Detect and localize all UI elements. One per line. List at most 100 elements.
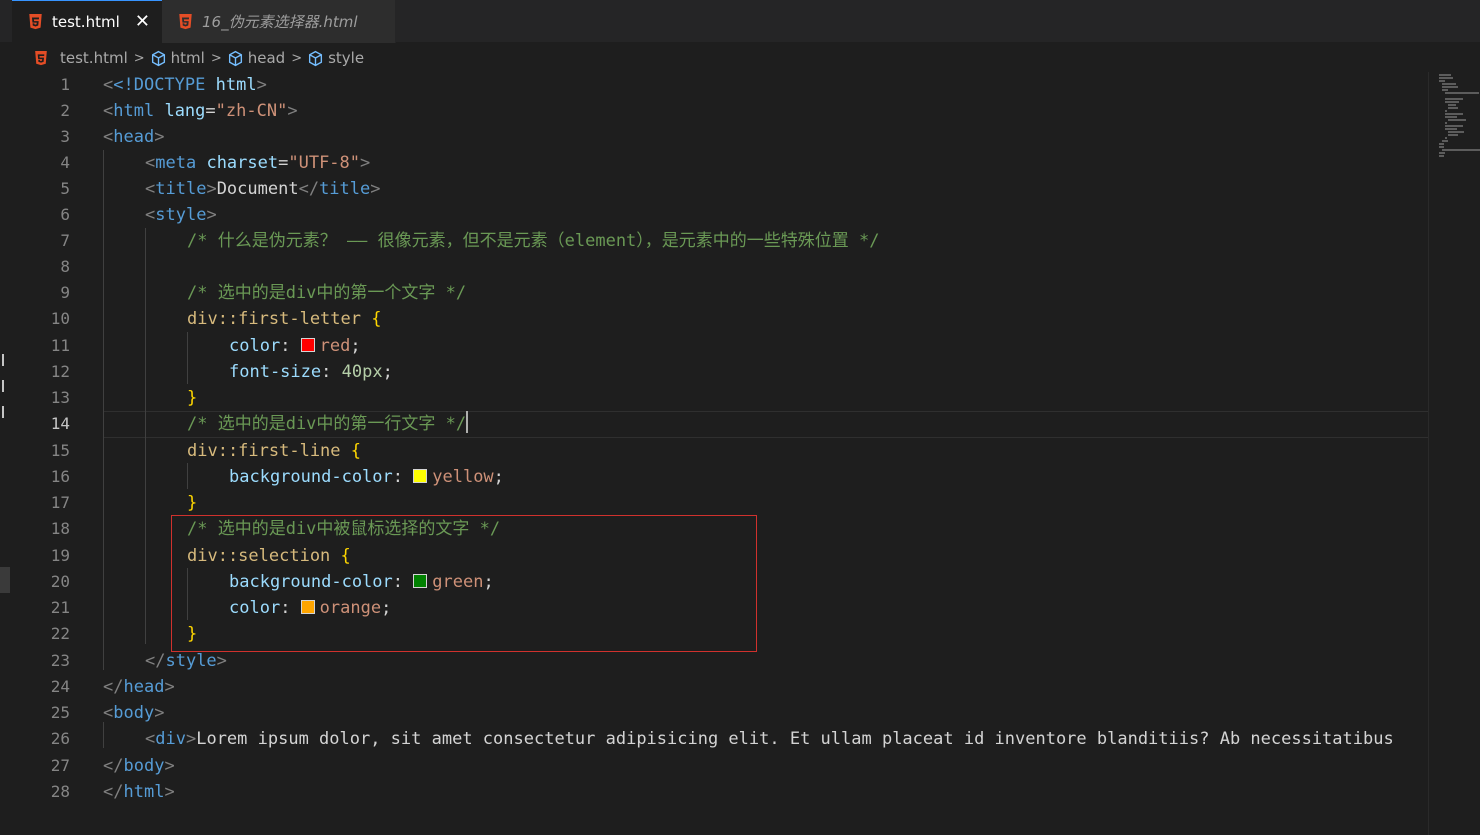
doctype-value: html — [215, 75, 257, 95]
code-line: </html> — [103, 782, 175, 802]
close-icon[interactable]: ✕ — [135, 13, 150, 31]
tag-name: style — [165, 651, 217, 671]
html5-icon — [29, 14, 42, 30]
attr-value: "UTF-8" — [288, 153, 361, 173]
line-number: 4 — [60, 153, 70, 172]
line-number: 23 — [50, 651, 70, 670]
tag-name: head — [123, 677, 165, 697]
line-number: 26 — [50, 729, 70, 748]
line-number: 11 — [50, 336, 70, 355]
breadcrumb-file[interactable]: test.html — [34, 49, 128, 67]
code-line: <style> — [145, 205, 217, 225]
code-line: <html lang="zh-CN"> — [103, 101, 298, 121]
breadcrumb-item-label: head — [247, 49, 286, 67]
line-number: 6 — [60, 205, 70, 224]
annotation-highlight-box — [171, 515, 757, 652]
line-number: 18 — [50, 519, 70, 538]
css-selector: div::first-line — [187, 441, 341, 461]
code-line: font-size: 40px; — [229, 362, 393, 382]
line-number: 13 — [50, 388, 70, 407]
tag-name: div — [155, 729, 186, 749]
line-number: 5 — [60, 179, 70, 198]
breadcrumb-head[interactable]: head — [227, 49, 285, 67]
cube-icon — [309, 50, 323, 66]
html5-icon — [179, 13, 192, 29]
line-number: 15 — [50, 441, 70, 460]
css-value: red — [319, 336, 351, 356]
breadcrumb-html[interactable]: html — [150, 49, 205, 67]
doctype-keyword: <!DOCTYPE — [113, 75, 206, 95]
comment: /* 选中的是div中的第一行文字 */ — [187, 414, 467, 434]
code-line: <head> — [103, 127, 165, 147]
tag-name: style — [155, 205, 207, 225]
code-line: <meta charset="UTF-8"> — [145, 153, 371, 173]
code-line: /* 选中的是div中的第一行文字 */ — [187, 411, 469, 437]
code-line: background-color: yellow; — [229, 467, 504, 487]
tag-name: html — [113, 101, 155, 121]
color-swatch[interactable] — [300, 338, 315, 352]
tag-name: title — [155, 179, 207, 199]
attr-name: charset — [206, 153, 279, 173]
minimap[interactable] — [1428, 72, 1480, 835]
tag-name: head — [113, 127, 155, 147]
text-content: Lorem ipsum dolor, sit amet consectetur … — [196, 729, 1394, 749]
text-content: Document — [216, 179, 299, 199]
code-line: div::first-line { — [187, 441, 362, 461]
css-property: color — [229, 336, 281, 356]
chevron-right-icon: > — [210, 50, 222, 66]
tab-pseudo-element-selector[interactable]: 16_伪元素选择器.html — [162, 0, 396, 43]
code-line: </head> — [103, 677, 175, 697]
line-number: 3 — [60, 127, 70, 146]
tab-test-html[interactable]: test.html ✕ — [12, 0, 162, 43]
comment: /* 选中的是div中的第一个文字 */ — [187, 283, 467, 303]
code-line: <body> — [103, 703, 165, 723]
line-number: 22 — [50, 624, 70, 643]
tab-bar: test.html ✕ 16_伪元素选择器.html — [0, 0, 1480, 43]
code-line: <title>Document</title> — [145, 179, 381, 199]
line-number: 27 — [50, 756, 70, 775]
line-number: 14 — [50, 414, 70, 433]
indent-guide — [103, 150, 104, 670]
code-line: } — [187, 493, 198, 513]
chevron-right-icon: > — [291, 50, 303, 66]
line-number: 10 — [50, 309, 70, 328]
indent-guide — [145, 228, 146, 644]
line-number: 24 — [50, 677, 70, 696]
chevron-right-icon: > — [133, 50, 145, 66]
color-swatch[interactable] — [413, 469, 428, 483]
line-number: 17 — [50, 493, 70, 512]
line-number: 28 — [50, 782, 70, 801]
css-value: yellow — [432, 467, 494, 487]
css-value: 40px — [341, 362, 383, 382]
line-number: 16 — [50, 467, 70, 486]
tab-label: 16_伪元素选择器.html — [202, 13, 358, 31]
code-line: /* 什么是伪元素？ —— 很像元素，但不是元素（element），是元素中的一… — [187, 228, 880, 254]
css-property: font-size — [229, 362, 322, 382]
code-line: color: red; — [229, 336, 361, 356]
css-property: background-color — [229, 467, 393, 487]
css-selector: div::first-letter — [187, 309, 361, 329]
code-line: <<!DOCTYPE html> — [103, 75, 267, 95]
html5-icon — [35, 50, 47, 65]
tag-name: body — [123, 756, 165, 776]
comment: /* 什么是伪元素？ —— 很像元素，但不是元素（element），是元素中的一… — [187, 231, 880, 251]
text-cursor — [466, 411, 469, 433]
code-editor[interactable]: 1 2 3 4 5 6 7 8 9 10 11 12 13 14 15 16 1… — [0, 72, 1428, 835]
breadcrumb-file-label: test.html — [60, 49, 128, 67]
indent-guide — [187, 332, 188, 384]
code-line: </body> — [103, 756, 175, 776]
line-number: 25 — [50, 703, 70, 722]
cube-icon — [151, 50, 165, 66]
tag-name: body — [113, 703, 155, 723]
line-number: 9 — [60, 283, 70, 302]
code-line: } — [187, 388, 198, 408]
line-number: 2 — [60, 101, 70, 120]
line-number: 21 — [50, 598, 70, 617]
breadcrumb-style[interactable]: style — [307, 49, 364, 67]
line-number: 19 — [50, 546, 70, 565]
breadcrumb-item-label: html — [170, 49, 205, 67]
attr-value: "zh-CN" — [215, 101, 288, 121]
cube-icon — [228, 50, 242, 66]
code-line: /* 选中的是div中的第一个文字 */ — [187, 280, 466, 306]
line-number: 7 — [60, 231, 70, 250]
